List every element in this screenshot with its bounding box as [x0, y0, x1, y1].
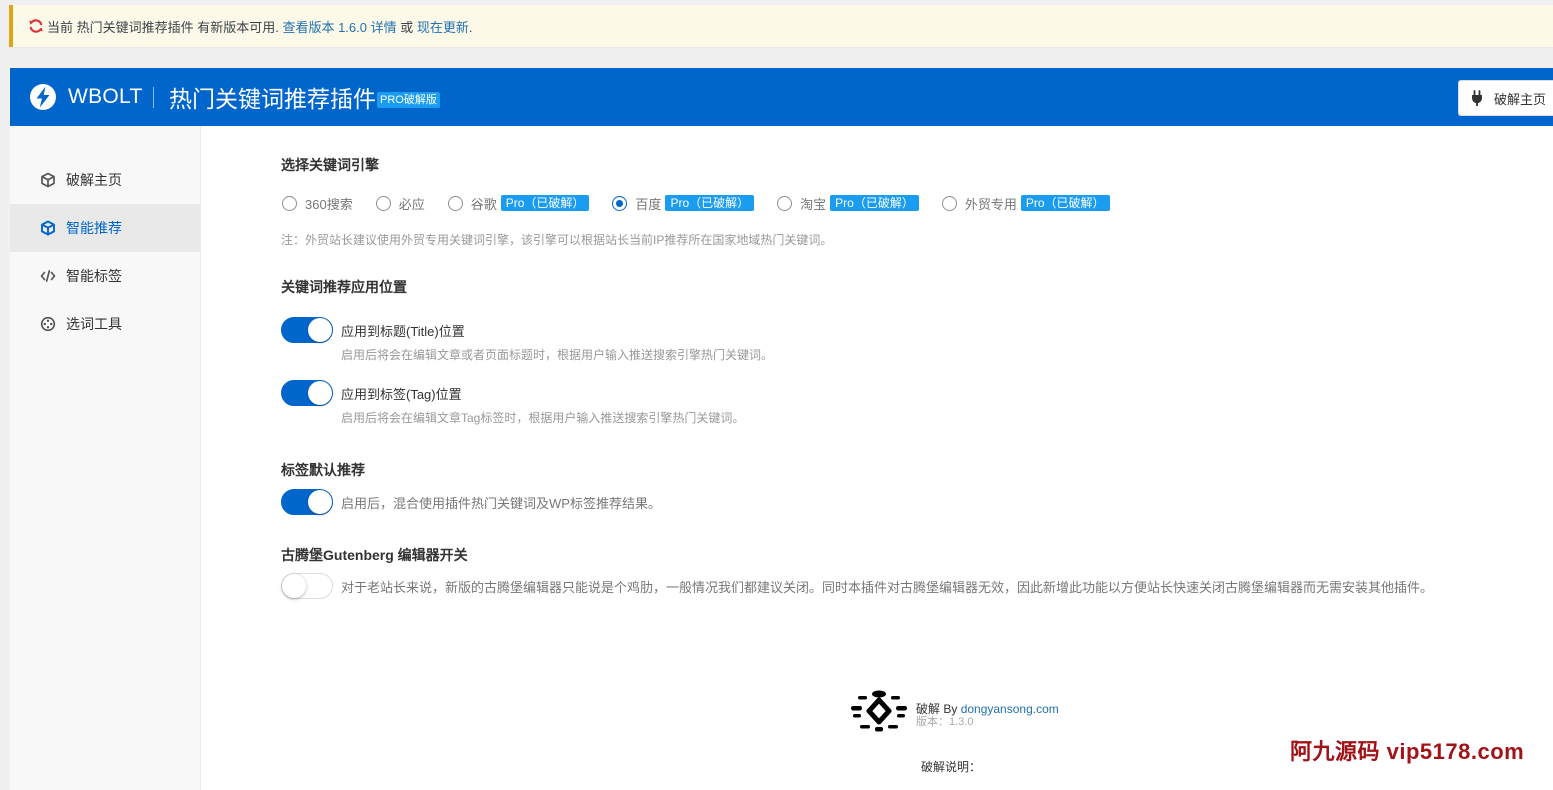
- engine-option-bing[interactable]: 必应: [375, 194, 425, 213]
- gutenberg-description: 对于老站长来说，新版的古腾堡编辑器只能说是个鸡肋，一般情况我们都建议关闭。同时本…: [341, 579, 1434, 595]
- version-text: 版本：1.3.0: [916, 716, 974, 728]
- engine-heading: 选择关键词引擎: [281, 157, 379, 173]
- toggle-knob: [308, 318, 332, 342]
- toggle-knob: [308, 490, 332, 514]
- view-details-link[interactable]: 查看版本 1.6.0 详情: [282, 20, 396, 35]
- tag-position-setting: 应用到标签(Tag)位置: [281, 380, 462, 406]
- watermark-text: 阿九源码 vip5178.com: [1290, 739, 1525, 764]
- home-button[interactable]: 破解主页: [1458, 80, 1553, 116]
- engine-radio-group: 360搜索 必应 谷歌 Pro（已破解） 百度 Pro（已破解） 淘宝 Pro（…: [282, 194, 1110, 213]
- engine-option-label: 谷歌: [470, 196, 497, 212]
- pro-badge: PRO破解版: [377, 92, 440, 108]
- sidebar-item-label: 智能标签: [66, 268, 122, 284]
- engine-option-label: 360搜索: [305, 196, 353, 212]
- cube-icon: [40, 172, 56, 188]
- home-button-label: 破解主页: [1494, 91, 1547, 107]
- cube-icon: [40, 220, 56, 236]
- engine-option-360[interactable]: 360搜索: [282, 194, 353, 213]
- target-icon: [40, 316, 56, 332]
- radio-button[interactable]: [447, 195, 463, 211]
- update-now-link[interactable]: 现在更新: [417, 20, 469, 35]
- sidebar-item-label: 破解主页: [66, 172, 122, 188]
- engine-option-foreign-trade[interactable]: 外贸专用 Pro（已破解）: [941, 194, 1110, 213]
- pro-badge: Pro（已破解）: [665, 195, 755, 211]
- engine-option-label: 淘宝: [800, 196, 827, 212]
- refresh-icon: [28, 18, 44, 34]
- title-position-toggle[interactable]: [281, 317, 333, 343]
- radio-button[interactable]: [777, 195, 793, 211]
- sidebar-item-label: 智能推荐: [66, 220, 122, 236]
- plugin-title: 热门关键词推荐插件: [169, 86, 376, 112]
- engine-option-label: 外贸专用: [964, 196, 1017, 212]
- toggle-knob: [282, 574, 306, 598]
- tag-default-setting: 启用后，混合使用插件热门关键词及WP标签推荐结果。: [281, 489, 661, 515]
- tag-position-label: 应用到标签(Tag)位置: [341, 386, 462, 402]
- engine-option-google[interactable]: 谷歌 Pro（已破解）: [447, 194, 590, 213]
- tag-position-toggle[interactable]: [281, 380, 333, 406]
- title-position-description: 启用后将会在编辑文章或者页面标题时，根据用户输入推送搜索引擎热门关键词。: [341, 348, 774, 362]
- settings-panel: 选择关键词引擎 360搜索 必应 谷歌 Pro（已破解） 百度 Pro（已破解）…: [201, 126, 1553, 790]
- engine-option-label: 百度: [635, 196, 662, 212]
- radio-button[interactable]: [282, 195, 297, 211]
- radio-button[interactable]: [612, 195, 628, 211]
- title-position-label: 应用到标题(Title)位置: [341, 323, 465, 339]
- radio-button[interactable]: [375, 195, 391, 211]
- notice-separator: 或: [396, 19, 417, 35]
- tag-default-heading: 标签默认推荐: [281, 462, 365, 478]
- gutenberg-toggle[interactable]: [281, 573, 333, 599]
- engine-option-label: 必应: [398, 196, 425, 212]
- title-position-setting: 应用到标题(Title)位置: [281, 317, 465, 343]
- sidebar-item-keyword-tool[interactable]: 选词工具: [10, 300, 200, 348]
- tag-default-description: 启用后，混合使用插件热门关键词及WP标签推荐结果。: [341, 495, 661, 511]
- pro-badge: Pro（已破解）: [500, 195, 590, 211]
- pro-badge: Pro（已破解）: [1020, 195, 1110, 211]
- lightning-bolt-icon: [29, 83, 57, 111]
- notice-text: 当前 热门关键词推荐插件 有新版本可用. 查看版本 1.6.0 详情 或 现在更…: [47, 17, 472, 36]
- header-divider: [153, 87, 154, 108]
- toggle-knob: [308, 381, 332, 405]
- notice-prefix: 当前 热门关键词推荐插件 有新版本可用.: [47, 19, 283, 35]
- gutenberg-setting: 对于老站长来说，新版的古腾堡编辑器只能说是个鸡肋，一般情况我们都建议关闭。同时本…: [281, 573, 1433, 599]
- plug-icon: [1469, 90, 1485, 107]
- brand-name: WBOLT: [68, 85, 143, 108]
- pro-badge: Pro（已破解）: [830, 195, 919, 211]
- tag-position-description: 启用后将会在编辑文章Tag标签时，根据用户输入推送搜索引擎热门关键词。: [341, 411, 745, 425]
- radio-button[interactable]: [941, 195, 957, 211]
- tag-default-toggle[interactable]: [281, 489, 333, 515]
- engine-note: 注：外贸站长建议使用外贸专用关键词引擎，该引擎可以根据站长当前IP推荐所在国家地…: [281, 233, 833, 247]
- sidebar-item-smart-recommend[interactable]: 智能推荐: [10, 204, 200, 252]
- sidebar-item-label: 选词工具: [66, 316, 122, 332]
- author-logo-icon: [850, 690, 908, 732]
- plugin-header: WBOLT 热门关键词推荐插件 PRO破解版 破解主页: [10, 68, 1553, 126]
- sidebar-nav: 破解主页 智能推荐 智能标签 选词工具: [10, 126, 201, 790]
- sidebar-item-home[interactable]: 破解主页: [10, 156, 200, 204]
- code-icon: [40, 268, 56, 284]
- update-notice: 当前 热门关键词推荐插件 有新版本可用. 查看版本 1.6.0 详情 或 现在更…: [9, 5, 1553, 47]
- credit-prefix: 破解 By: [916, 702, 961, 716]
- notice-suffix: .: [468, 19, 473, 35]
- plugin-title-group: 热门关键词推荐插件 PRO破解版: [169, 68, 440, 126]
- author-site-link[interactable]: dongyansong.com: [961, 702, 1059, 716]
- engine-option-baidu[interactable]: 百度 Pro（已破解）: [612, 194, 755, 213]
- engine-option-taobao[interactable]: 淘宝 Pro（已破解）: [777, 194, 919, 213]
- position-heading: 关键词推荐应用位置: [281, 279, 407, 295]
- sidebar-item-smart-tags[interactable]: 智能标签: [10, 252, 200, 300]
- crack-notes-label: 破解说明：: [921, 760, 982, 774]
- gutenberg-heading: 古腾堡Gutenberg 编辑器开关: [281, 547, 468, 563]
